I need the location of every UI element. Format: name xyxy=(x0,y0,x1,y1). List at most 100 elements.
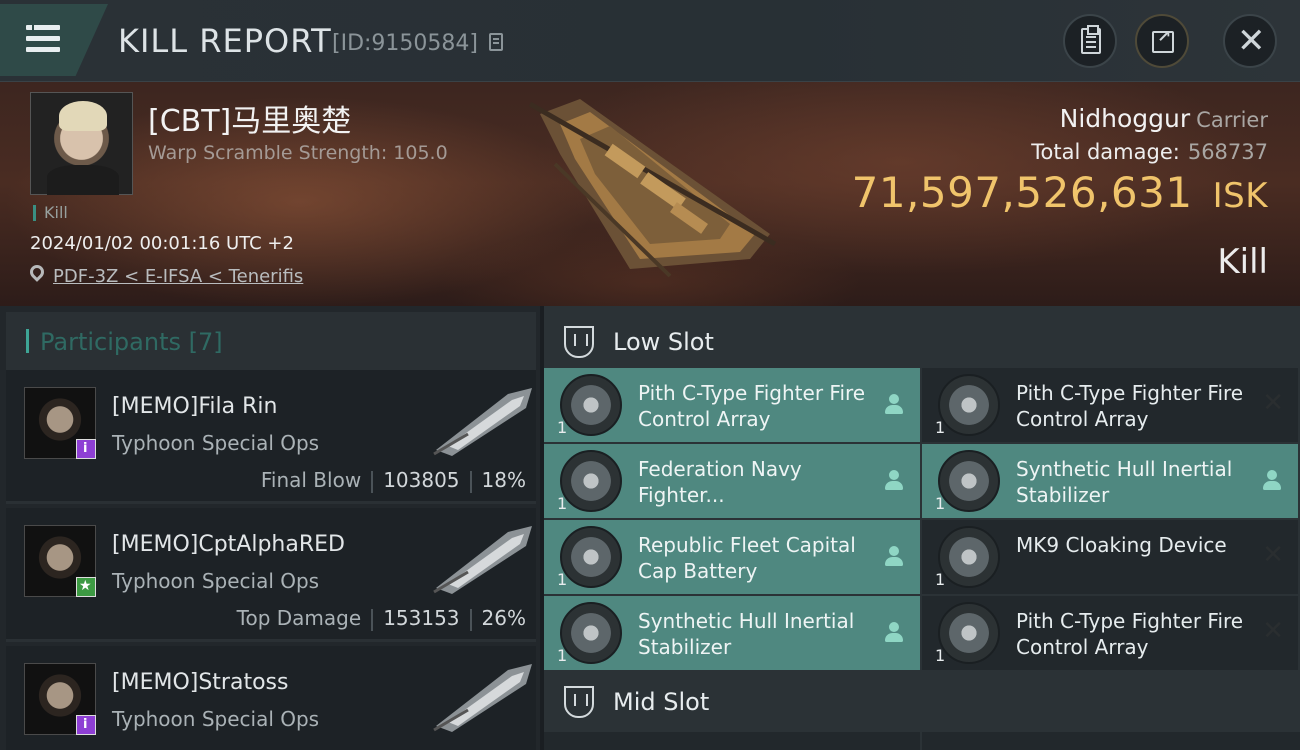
dropped-pilot-icon xyxy=(1262,470,1282,492)
total-damage-label: Total damage: xyxy=(1031,140,1180,164)
corp-badge-icon xyxy=(76,715,96,735)
module-item[interactable]: 1 Federation Navy Fighter... xyxy=(544,444,920,518)
share-icon xyxy=(1152,27,1174,53)
destroyed-x-icon: ✕ xyxy=(1262,616,1284,646)
module-item[interactable]: 1 Pith C-Type Fighter Fire Control Array xyxy=(544,368,920,442)
share-button[interactable] xyxy=(1135,14,1189,68)
participants-tab[interactable]: Participants [7] xyxy=(6,312,536,370)
ship-name: Nidhoggur xyxy=(1059,104,1191,133)
participant-damage: 153153 xyxy=(383,606,460,630)
top-bar: KILL REPORT [ID:9150584] ✕ xyxy=(0,0,1300,82)
participant-name: [MEMO]Stratoss xyxy=(112,670,289,695)
kill-time: 2024/01/02 00:01:16 UTC +2 xyxy=(30,233,294,254)
fighter-dish-icon xyxy=(560,450,622,512)
participant-role: Top Damage xyxy=(236,606,362,630)
dropped-pilot-icon xyxy=(884,394,904,416)
dropped-pilot-icon xyxy=(884,546,904,568)
module-name: MK9 Cloaking Device xyxy=(1016,533,1227,557)
destroyed-x-icon: ✕ xyxy=(1262,388,1284,418)
menu-icon-bar xyxy=(26,36,60,41)
participant-row[interactable]: [MEMO]Fila Rin Typhoon Special Ops Final… xyxy=(6,370,536,504)
cap-battery-icon xyxy=(560,526,622,588)
module-name: Synthetic Hull Inertial Stabilizer xyxy=(638,609,855,659)
kill-location-link[interactable]: PDF-3Z < E-IFSA < Tenerifis xyxy=(53,266,303,287)
module-item-partial[interactable] xyxy=(922,732,1300,750)
kill-banner: [CBT]马里奥楚 Warp Scramble Strength: 105.0 … xyxy=(0,82,1300,306)
participant-name: [MEMO]Fila Rin xyxy=(112,394,278,419)
close-button[interactable]: ✕ xyxy=(1223,14,1277,68)
participant-stats: Final Blow 103805 18% xyxy=(261,468,526,493)
module-name: Pith C-Type Fighter Fire Control Array xyxy=(638,381,866,431)
close-icon: ✕ xyxy=(1237,21,1266,61)
module-qty: 1 xyxy=(557,494,568,513)
fighter-control-array-icon xyxy=(938,374,1000,436)
location-pin-icon xyxy=(27,262,47,282)
menu-button[interactable] xyxy=(0,4,108,76)
module-qty: 1 xyxy=(557,570,568,589)
mid-slot-header: Mid Slot xyxy=(544,670,1300,732)
module-item[interactable]: 1 Pith C-Type Fighter Fire Control Array… xyxy=(922,368,1298,442)
fitting-panel: Low Slot 1 Pith C-Type Fighter Fire Cont… xyxy=(544,306,1300,750)
module-qty: 1 xyxy=(935,570,946,589)
low-slot-title: Low Slot xyxy=(613,328,714,356)
participant-row[interactable]: [MEMO]CptAlphaRED Typhoon Special Ops To… xyxy=(6,508,536,642)
participant-damage: 103805 xyxy=(383,468,460,492)
ship-class: Carrier xyxy=(1196,108,1268,132)
participant-ship: Typhoon Special Ops xyxy=(112,707,320,731)
destroyed-x-icon: ✕ xyxy=(1262,540,1284,570)
participant-ship-icon xyxy=(433,526,532,594)
module-item[interactable]: 1 Synthetic Hull Inertial Stabilizer xyxy=(544,596,920,670)
corp-badge-icon xyxy=(76,439,96,459)
page-title: KILL REPORT xyxy=(118,22,332,60)
module-item[interactable]: 1 MK9 Cloaking Device ✕ xyxy=(922,520,1298,594)
stabilizer-icon xyxy=(938,450,1000,512)
module-qty: 1 xyxy=(935,494,946,513)
participant-stats: Top Damage 153153 26% xyxy=(237,606,526,631)
participant-ship: Typhoon Special Ops xyxy=(112,569,320,593)
module-qty: 1 xyxy=(557,646,568,665)
module-qty: 1 xyxy=(935,418,946,437)
participant-row[interactable]: [MEMO]Stratoss Typhoon Special Ops xyxy=(6,646,536,750)
participants-panel: Participants [7] [MEMO]Fila Rin Typhoon … xyxy=(0,306,540,750)
menu-icon-bar xyxy=(26,47,60,52)
clipboard-icon xyxy=(1081,25,1101,54)
kill-result: Kill xyxy=(1217,242,1268,282)
module-name: Pith C-Type Fighter Fire Control Array xyxy=(1016,381,1244,431)
clipboard-button[interactable] xyxy=(1063,14,1117,68)
copy-icon[interactable] xyxy=(489,33,503,51)
victim-name[interactable]: [CBT]马里奥楚 xyxy=(148,96,351,140)
isk-value: 71,597,526,631 ISK xyxy=(852,168,1268,217)
module-name: Federation Navy Fighter... xyxy=(638,457,802,507)
total-damage: Total damage: 568737 xyxy=(1031,140,1268,164)
module-qty: 1 xyxy=(935,646,946,665)
module-name: Synthetic Hull Inertial Stabilizer xyxy=(1016,457,1233,507)
low-slot-header: Low Slot xyxy=(544,310,1300,372)
menu-icon xyxy=(26,25,60,30)
mid-slot-title: Mid Slot xyxy=(613,688,710,716)
cloaking-device-icon xyxy=(938,526,1000,588)
warp-scramble-strength: Warp Scramble Strength: 105.0 xyxy=(148,142,448,164)
module-name: Republic Fleet Capital Cap Battery xyxy=(638,533,856,583)
module-name: Pith C-Type Fighter Fire Control Array xyxy=(1016,609,1244,659)
participant-name: [MEMO]CptAlphaRED xyxy=(112,532,345,557)
participant-percent: 18% xyxy=(481,468,526,492)
fleet-badge-icon xyxy=(76,577,96,597)
participants-label: Participants [7] xyxy=(40,328,223,356)
dropped-pilot-icon xyxy=(884,470,904,492)
ship-type[interactable]: Nidhoggur Carrier xyxy=(1060,104,1268,133)
victim-ship-render xyxy=(528,99,777,278)
dropped-pilot-icon xyxy=(884,622,904,644)
victim-portrait[interactable] xyxy=(30,92,133,195)
isk-unit: ISK xyxy=(1212,176,1268,216)
kill-id: [ID:9150584] xyxy=(332,31,478,56)
module-item[interactable]: 1 Synthetic Hull Inertial Stabilizer xyxy=(922,444,1298,518)
module-item[interactable]: 1 Republic Fleet Capital Cap Battery xyxy=(544,520,920,594)
module-item-partial[interactable] xyxy=(544,732,920,750)
module-item[interactable]: 1 Pith C-Type Fighter Fire Control Array… xyxy=(922,596,1298,670)
module-qty: 1 xyxy=(557,418,568,437)
fighter-control-array-icon xyxy=(560,374,622,436)
participant-ship-icon xyxy=(433,664,532,732)
participant-percent: 26% xyxy=(481,606,526,630)
participant-role: Final Blow xyxy=(260,468,362,492)
participant-ship-icon xyxy=(433,388,532,456)
